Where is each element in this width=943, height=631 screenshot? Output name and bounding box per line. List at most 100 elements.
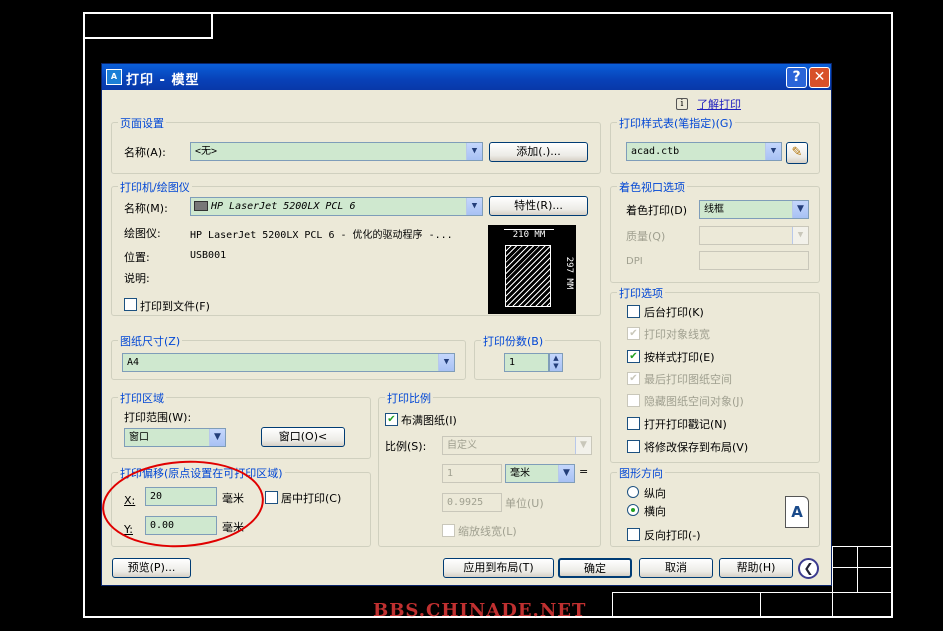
landscape-page-icon: A <box>785 496 809 528</box>
option-lineweights-checkbox[interactable]: ✔ <box>627 327 640 340</box>
paper-preview: 210 MM 297 MM <box>488 225 576 314</box>
plotter-properties-button[interactable]: 特性(R)... <box>489 196 588 216</box>
copies-title: 打印份数(B) <box>481 333 546 349</box>
edit-plot-style-button[interactable]: ✎ <box>786 142 808 164</box>
pencil-icon: ✎ <box>791 145 803 160</box>
chevron-down-icon: ▼ <box>466 143 482 160</box>
option-paperspace-last-label: 最后打印图纸空间 <box>644 373 732 386</box>
plotter-label: 绘图仪: <box>124 227 161 240</box>
option-background-label: 后台打印(K) <box>644 306 704 319</box>
shaded-viewport-title: 着色视口选项 <box>617 179 687 195</box>
scale-select[interactable]: 自定义 ▼ <box>442 436 592 455</box>
scale-value1-input[interactable]: 1 <box>442 464 502 483</box>
fit-to-paper-checkbox[interactable]: ✔ <box>385 413 398 426</box>
shade-plot-select[interactable]: 线框 ▼ <box>699 200 809 219</box>
apply-to-layout-button[interactable]: 应用到布局(T) <box>443 558 554 578</box>
window-select-button[interactable]: 窗口(O)< <box>261 427 345 447</box>
ok-button[interactable]: 确定 <box>558 558 632 578</box>
plotter-name-select[interactable]: HP LaserJet 5200LX PCL 6 ▼ <box>190 197 483 216</box>
plot-style-title: 打印样式表(笔指定)(G) <box>617 115 735 131</box>
scale-value2-input[interactable]: 0.9925 <box>442 493 502 512</box>
plotter-name-label: 名称(M): <box>124 202 168 215</box>
fit-to-paper-label: 布满图纸(I) <box>401 414 457 427</box>
plot-range-select[interactable]: 窗口 ▼ <box>124 428 226 447</box>
plot-range-label: 打印范围(W): <box>124 411 192 424</box>
collapse-arrow-icon[interactable]: ❮ <box>798 558 819 579</box>
preview-button[interactable]: 预览(P)... <box>112 558 191 578</box>
close-button[interactable]: ✕ <box>809 67 830 88</box>
reverse-plot-label: 反向打印(-) <box>644 529 701 542</box>
copies-input[interactable]: 1 <box>504 353 549 372</box>
plot-options-title: 打印选项 <box>617 285 665 301</box>
plotter-value: HP LaserJet 5200LX PCL 6 - 优化的驱动程序 -... <box>190 230 453 241</box>
location-value: USB001 <box>190 250 227 261</box>
option-plot-stamp-checkbox[interactable] <box>627 417 640 430</box>
help-button[interactable]: 帮助(H) <box>719 558 793 578</box>
plot-style-value: acad.ctb <box>631 146 680 157</box>
orientation-title: 图形方向 <box>617 465 665 481</box>
plotter-title: 打印机/绘图仪 <box>118 179 192 195</box>
page-setup-name-label: 名称(A): <box>124 146 166 159</box>
help-title-button[interactable]: ? <box>786 67 807 88</box>
option-plot-styles-checkbox[interactable]: ✔ <box>627 350 640 363</box>
paper-size-title: 图纸尺寸(Z) <box>118 333 183 349</box>
option-save-layout-label: 将修改保存到布局(V) <box>644 441 749 454</box>
scale-units-label: 单位(U) <box>505 497 544 510</box>
plotter-name-value: HP LaserJet 5200LX PCL 6 <box>211 201 356 212</box>
print-to-file-checkbox[interactable] <box>124 298 137 311</box>
page-setup-title: 页面设置 <box>118 115 166 131</box>
paper-size-select[interactable]: A4 ▼ <box>122 353 455 372</box>
option-save-layout-checkbox[interactable] <box>627 440 640 453</box>
quality-select[interactable]: ▼ <box>699 226 809 245</box>
scale-lineweights-checkbox[interactable] <box>442 524 455 537</box>
paper-sheet <box>505 245 551 307</box>
center-plot-checkbox[interactable] <box>265 491 278 504</box>
option-hide-objects-label: 隐藏图纸空间对象(J) <box>644 395 744 408</box>
add-page-setup-button[interactable]: 添加(.)... <box>489 142 588 162</box>
option-plot-stamp-label: 打开打印戳记(N) <box>644 418 727 431</box>
chevron-down-icon: ▼ <box>765 143 781 160</box>
plot-style-select[interactable]: acad.ctb ▼ <box>626 142 782 161</box>
landscape-label: 横向 <box>644 505 666 518</box>
reverse-plot-checkbox[interactable] <box>627 528 640 541</box>
dpi-input[interactable] <box>699 251 809 270</box>
info-icon: i <box>676 98 688 110</box>
title-bar[interactable]: A 打印 - 模型 ? ✕ <box>102 64 831 90</box>
scale-unit-value: 毫米 <box>510 468 530 479</box>
option-plot-styles-label: 按样式打印(E) <box>644 351 715 364</box>
chevron-down-icon: ▼ <box>438 354 454 371</box>
chevron-down-icon: ▼ <box>466 198 482 215</box>
description-label: 说明: <box>124 272 150 285</box>
shade-plot-value: 线框 <box>704 204 724 215</box>
learn-about-plotting-link[interactable]: 了解打印 <box>697 96 741 112</box>
page-setup-name-select[interactable]: <无> ▼ <box>190 142 483 161</box>
cancel-button[interactable]: 取消 <box>639 558 713 578</box>
option-paperspace-last-checkbox[interactable]: ✔ <box>627 372 640 385</box>
shade-plot-label: 着色打印(D) <box>626 204 688 217</box>
scale-unit-select[interactable]: 毫米 ▼ <box>505 464 575 483</box>
landscape-radio[interactable] <box>627 504 639 516</box>
option-lineweights-label: 打印对象线宽 <box>644 328 710 341</box>
equals-sign: = <box>579 465 589 478</box>
chevron-down-icon: ▼ <box>575 437 591 454</box>
plot-area-title: 打印区域 <box>118 390 166 406</box>
chevron-down-icon: ▼ <box>792 201 808 218</box>
paper-size-value: A4 <box>127 357 140 368</box>
dialog-title: 打印 - 模型 <box>126 73 200 88</box>
scale-lineweights-label: 缩放线宽(L) <box>458 525 517 538</box>
chevron-down-icon: ▼ <box>558 465 574 482</box>
quality-label: 质量(Q) <box>626 230 666 243</box>
portrait-radio[interactable] <box>627 486 639 498</box>
option-background-checkbox[interactable] <box>627 305 640 318</box>
plot-scale-title: 打印比例 <box>385 390 433 406</box>
autocad-app-icon: A <box>106 69 122 85</box>
chevron-down-icon: ▼ <box>209 429 225 446</box>
center-plot-label: 居中打印(C) <box>281 492 342 505</box>
dpi-label: DPI <box>626 256 643 267</box>
option-hide-objects-checkbox[interactable] <box>627 394 640 407</box>
scale-label: 比例(S): <box>385 440 427 453</box>
scale-value: 自定义 <box>447 440 477 451</box>
portrait-label: 纵向 <box>644 487 666 500</box>
preview-height-label: 297 MM <box>564 256 574 290</box>
copies-spinner[interactable]: ▲ ▼ <box>549 353 563 372</box>
